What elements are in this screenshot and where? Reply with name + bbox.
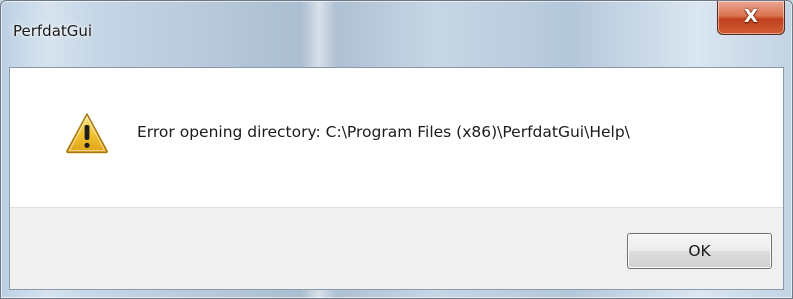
dialog-window: PerfdatGui X Error opening directory: C:… (0, 0, 793, 299)
warning-icon (66, 113, 108, 154)
window-title: PerfdatGui (13, 22, 93, 40)
close-icon: X (744, 6, 758, 27)
ok-button[interactable]: OK (627, 233, 772, 269)
message-area: Error opening directory: C:\Program File… (10, 68, 783, 207)
error-message: Error opening directory: C:\Program File… (137, 123, 630, 141)
dialog-client-area: Error opening directory: C:\Program File… (9, 67, 784, 290)
button-area: OK (10, 207, 783, 289)
title-bar[interactable]: PerfdatGui X (1, 1, 792, 67)
close-button[interactable]: X (717, 1, 785, 35)
